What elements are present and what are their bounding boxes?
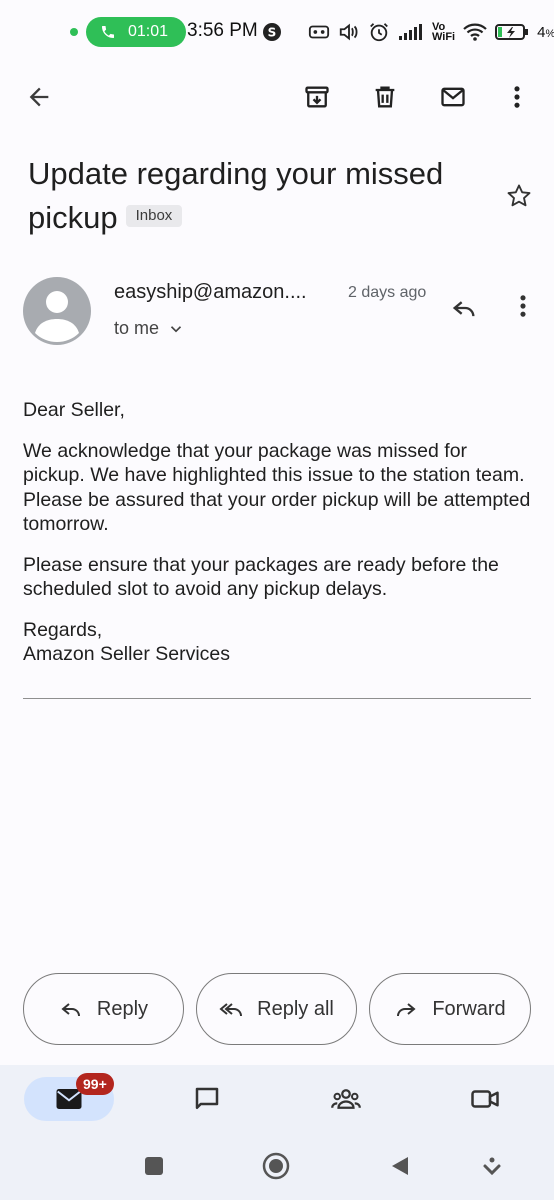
body-divider [23,698,531,699]
more-options-button[interactable] [500,80,534,114]
body-signature: Amazon Seller Services [23,643,230,665]
forward-icon [397,1003,416,1017]
label-chip-inbox[interactable]: Inbox [125,204,183,227]
back-button[interactable] [22,80,56,114]
sender-address[interactable]: easyship@amazon.... [114,281,307,304]
video-camera-icon [471,1090,499,1108]
reply-all-button[interactable]: Reply all [196,973,357,1045]
chat-icon [195,1087,219,1109]
privacy-indicator-dot [70,28,78,36]
battery-percent: 4% [537,23,554,41]
reply-icon [452,301,475,317]
body-greeting: Dear Seller, [23,399,125,421]
assistant-button[interactable] [478,1152,506,1180]
phone-icon [102,26,114,38]
mark-unread-icon [441,87,465,107]
body-paragraph-2: Please ensure that your packages are rea… [23,553,499,601]
s-app-icon: S [263,23,281,41]
message-more-button[interactable] [508,290,538,322]
mail-unread-badge: 99+ [76,1073,114,1095]
recipient-label: to me [114,318,160,338]
vr-glasses-icon [308,25,330,39]
recipient-details-toggle[interactable]: to me [114,318,185,339]
forward-button[interactable]: Forward [369,973,531,1045]
email-date: 2 days ago [348,284,427,301]
reply-label: Reply [96,997,149,1020]
nav-item-meet[interactable] [469,1083,501,1115]
spaces-icon [331,1089,361,1109]
ongoing-call-chip[interactable]: 01:01 [86,17,186,47]
nav-item-chat[interactable] [191,1083,223,1115]
svg-text:S: S [268,26,277,40]
square-icon [145,1157,163,1175]
delete-icon [375,86,395,108]
chevron-dots-icon [483,1157,501,1176]
reply-icon-button[interactable] [448,292,480,324]
wifi-icon [463,23,487,41]
status-bar: 01:01 3:56 PM S Vo WiFi 4% [0,0,554,64]
star-button[interactable] [505,182,533,210]
sender-avatar[interactable] [23,277,91,345]
home-button[interactable] [262,1152,290,1180]
more-vert-icon [520,295,526,317]
reply-icon [61,1003,80,1017]
chevron-down-icon [170,325,182,332]
bottom-navigation: 99+ [0,1065,554,1200]
home-circle-icon [262,1152,290,1180]
reply-all-label: Reply all [257,997,334,1020]
back-arrow-icon [29,87,49,107]
body-paragraph-1: We acknowledge that your package was mis… [23,439,531,536]
vowifi-label: Vo WiFi [432,21,456,43]
person-icon [35,291,79,342]
mark-unread-button[interactable] [436,80,470,114]
nav-item-spaces[interactable] [330,1083,362,1115]
email-subject: Update regarding your missed pickup Inbox [28,152,488,240]
forward-label: Forward [432,997,506,1020]
email-body: Dear Seller, We acknowledge that your pa… [23,398,533,667]
archive-button[interactable] [300,80,334,114]
reply-all-icon [219,1003,243,1017]
reply-button[interactable]: Reply [23,973,184,1045]
subject-text: Update regarding your missed pickup [28,156,444,235]
vibrate-icon [339,23,358,41]
signal-icon [399,24,422,40]
system-back-button[interactable] [386,1152,414,1180]
clock: 3:56 PM [187,20,258,41]
triangle-back-icon [392,1157,408,1175]
alarm-icon [370,23,388,42]
call-timer: 01:01 [128,23,169,40]
recents-button[interactable] [140,1152,168,1180]
archive-icon [305,86,329,108]
more-vert-icon [514,86,520,108]
battery-charging-icon [495,24,529,40]
status-icons: S Vo WiFi 4% [262,20,554,44]
top-app-bar [0,64,554,128]
star-outline-icon [507,184,531,207]
body-signoff: Regards, [23,618,103,641]
delete-button[interactable] [368,80,402,114]
